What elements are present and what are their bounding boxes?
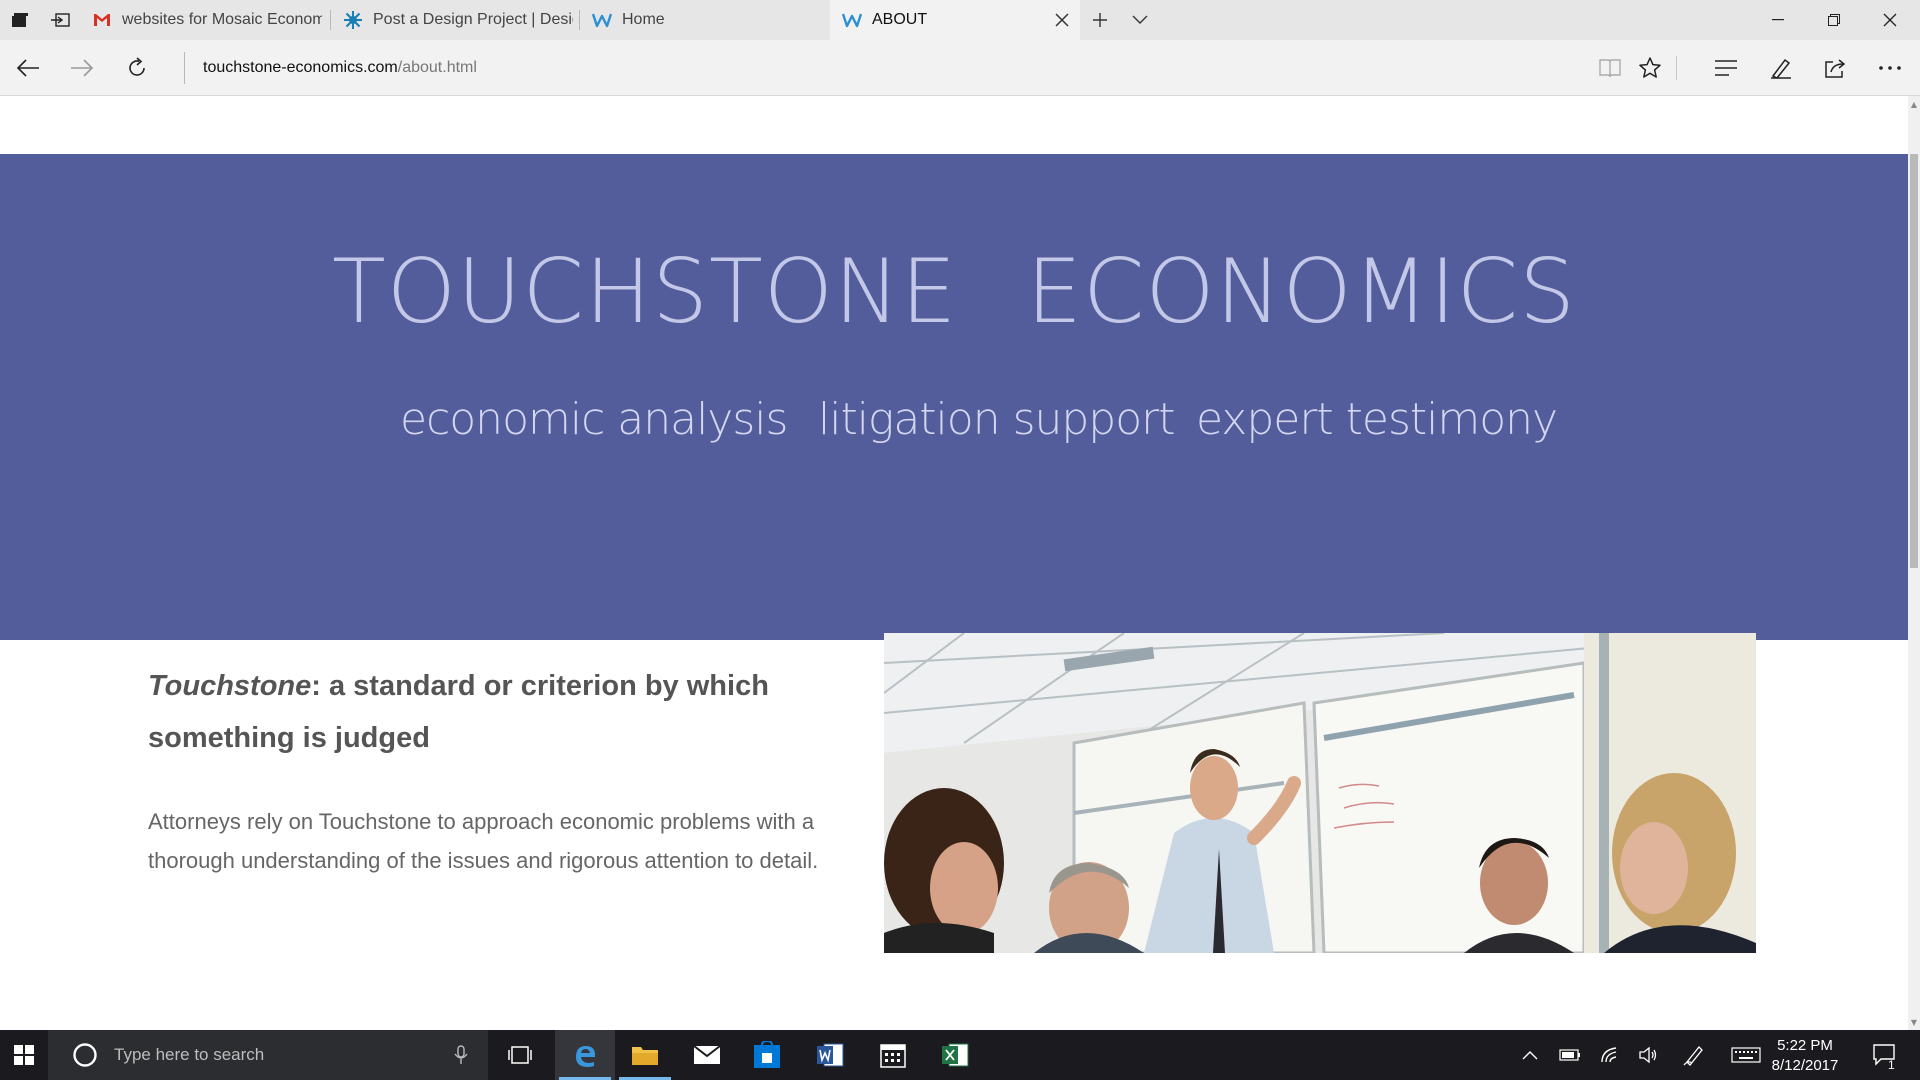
address-bar[interactable]: touchstone-economics.com/about.html [184, 52, 1484, 84]
meeting-photo [884, 633, 1756, 953]
tab-title: Post a Design Project | Desig [373, 11, 573, 28]
windows-taskbar: Type here to search 5:22 PM 8/12/2017 1 [0, 1030, 1920, 1080]
toolbar-divider [1676, 56, 1677, 80]
restore-icon[interactable] [1806, 0, 1862, 40]
microphone-icon[interactable] [454, 1045, 468, 1065]
set-aside-tabs-icon[interactable] [40, 0, 80, 40]
store-icon[interactable] [737, 1030, 797, 1080]
mail-icon[interactable] [677, 1030, 737, 1080]
scroll-up-icon[interactable]: ▲ [1908, 98, 1920, 110]
back-arrow-icon[interactable] [8, 48, 48, 88]
page-viewport[interactable]: TOUCHSTONE ECONOMICS economic analysis l… [0, 96, 1908, 1030]
battery-icon[interactable] [1550, 1030, 1590, 1080]
search-placeholder: Type here to search [114, 1045, 265, 1064]
windows-start-icon[interactable] [0, 1030, 48, 1080]
reading-view-icon[interactable] [1590, 48, 1630, 88]
tab-about[interactable]: ABOUT [830, 0, 1080, 40]
calendar-icon[interactable] [863, 1030, 923, 1080]
intro-paragraph: Attorneys rely on Touchstone to approach… [148, 809, 819, 873]
tab-title: Home [622, 11, 665, 28]
scroll-thumb[interactable] [1910, 154, 1918, 568]
close-tab-icon[interactable] [1052, 10, 1072, 30]
url-path: /about.html [397, 59, 477, 76]
edge-browser-icon[interactable] [555, 1030, 615, 1080]
word-icon[interactable] [800, 1030, 860, 1080]
definition-term: Touchstone [148, 670, 312, 702]
new-tab-icon[interactable] [1080, 0, 1120, 40]
tab-title: ABOUT [872, 11, 928, 28]
clock-time: 5:22 PM [1777, 1037, 1833, 1054]
taskbar-search-box[interactable]: Type here to search [48, 1030, 488, 1080]
tab-title: websites for Mosaic Econom [122, 11, 322, 28]
wifi-icon[interactable] [1590, 1030, 1630, 1080]
tab-bar: websites for Mosaic Econom Post a Design… [0, 0, 1920, 40]
hub-icon[interactable] [1706, 48, 1746, 88]
gmail-icon [92, 10, 112, 30]
refresh-icon[interactable] [117, 48, 157, 88]
excel-icon[interactable] [925, 1030, 985, 1080]
action-center-icon[interactable]: 1 [1860, 1030, 1910, 1080]
forward-arrow-icon[interactable] [62, 48, 102, 88]
hero-banner: TOUCHSTONE ECONOMICS economic analysis l… [0, 154, 1908, 640]
close-window-icon[interactable] [1862, 0, 1918, 40]
favorite-star-icon[interactable] [1630, 48, 1670, 88]
tab-gmail[interactable]: websites for Mosaic Econom [80, 0, 330, 40]
weebly-icon [842, 10, 862, 30]
cortana-icon [72, 1042, 98, 1068]
tagline-litigation-support: litigation support [818, 394, 1175, 445]
tagline-economic-analysis: economic analysis [400, 394, 788, 445]
page-scrollbar[interactable]: ▲ ▼ [1908, 96, 1920, 1030]
tab-preview-chevron-icon[interactable] [1120, 0, 1160, 40]
scroll-down-icon[interactable]: ▼ [1908, 1016, 1920, 1028]
share-icon[interactable] [1815, 48, 1855, 88]
windows-ink-pen-icon[interactable] [1674, 1030, 1714, 1080]
tab-home[interactable]: Home [580, 0, 830, 40]
tab-actions-icon[interactable] [0, 0, 40, 40]
system-clock[interactable]: 5:22 PM 8/12/2017 [1760, 1036, 1850, 1076]
definition-heading: Touchstone: a standard or criterion by w… [148, 660, 848, 764]
site-title[interactable]: TOUCHSTONE ECONOMICS [0, 240, 1908, 343]
notification-count: 1 [1888, 1058, 1895, 1072]
url-host: touchstone-economics.com [203, 59, 398, 76]
tagline-expert-testimony: expert testimony [1196, 394, 1558, 445]
show-hidden-icons-chevron-icon[interactable] [1510, 1030, 1550, 1080]
weebly-icon [592, 10, 612, 30]
tab-design-project[interactable]: Post a Design Project | Desig [331, 0, 579, 40]
minimize-icon[interactable] [1750, 0, 1806, 40]
navigation-bar: touchstone-economics.com/about.html [0, 40, 1920, 96]
volume-icon[interactable] [1628, 1030, 1668, 1080]
task-view-icon[interactable] [490, 1030, 550, 1080]
clock-date: 8/12/2017 [1771, 1057, 1839, 1074]
starburst-icon [343, 10, 363, 30]
web-note-pen-icon[interactable] [1761, 48, 1801, 88]
file-explorer-icon[interactable] [615, 1030, 675, 1080]
more-options-icon[interactable] [1870, 48, 1910, 88]
